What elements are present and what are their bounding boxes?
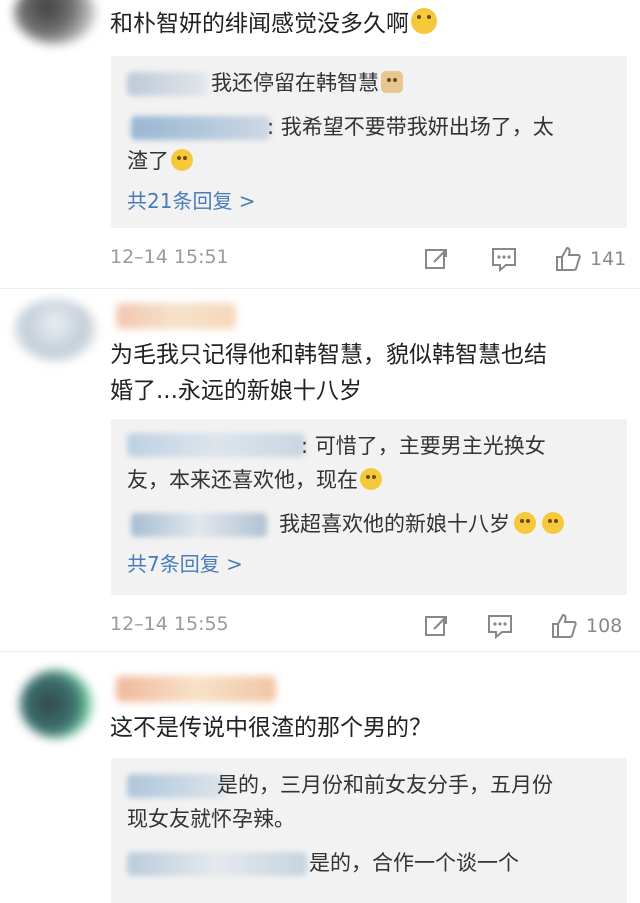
timestamp: 12–14 15:51 <box>110 246 229 268</box>
avatar[interactable] <box>14 0 96 44</box>
smirk-emoji <box>360 468 382 490</box>
more-replies-link[interactable]: 共21条回复 > <box>127 186 256 216</box>
reply-line: 我还停留在韩智慧 <box>211 66 640 100</box>
comment-footer: 12–14 15:55 108 <box>110 609 630 643</box>
reply-username-blur[interactable] <box>131 513 267 537</box>
comment-footer: 12–14 15:51 141 <box>110 242 630 276</box>
comment-text: 这不是传说中很渣的那个男的？ <box>110 715 432 741</box>
reply-box[interactable]: : 可惜了，主要男主光换女 友，本来还喜欢他，现在 我超喜欢他的新娘十八岁 共7… <box>111 419 627 595</box>
thumbs-up-icon <box>556 246 581 271</box>
like-button[interactable]: 141 <box>554 244 626 274</box>
reply-line: 我超喜欢他的新娘十八岁 <box>279 507 619 541</box>
reply-box[interactable]: 是的，三月份和前女友分手，五月份 现女友就怀孕辣。 是的，合作一个谈一个 <box>111 758 627 903</box>
comment-button[interactable] <box>490 244 518 274</box>
comment-button[interactable] <box>486 611 514 641</box>
comment-icon <box>488 615 512 639</box>
reply-username-blur[interactable] <box>127 72 207 96</box>
reply-username-blur[interactable] <box>131 116 271 140</box>
repost-button[interactable] <box>424 244 450 274</box>
reply-line: 是的，合作一个谈一个 <box>309 851 519 875</box>
reply-line: : 可惜了，主要男主光换女 <box>301 434 546 458</box>
repost-button[interactable] <box>424 611 450 641</box>
reply-box[interactable]: 我还停留在韩智慧 : 我希望不要带我妍出场了，太 渣了 共21条回复 > <box>111 56 627 228</box>
comment-icon <box>492 248 516 272</box>
username-blur[interactable] <box>116 676 276 702</box>
like-count: 141 <box>590 248 627 270</box>
reply-line-cont: 友，本来还喜欢他，现在 <box>127 463 607 497</box>
repost-icon <box>425 249 447 269</box>
thumbs-up-icon <box>552 613 577 638</box>
comment-text: 为毛我只记得他和韩智慧，貌似韩智慧也结 婚了...永远的新娘十八岁 <box>110 342 547 404</box>
more-replies-link[interactable]: 共7条回复 > <box>127 549 243 579</box>
reply-username-blur[interactable] <box>127 433 305 457</box>
reply-line-cont: 现女友就怀孕辣。 <box>127 807 295 831</box>
hug-emoji <box>514 512 536 534</box>
doge-emoji <box>381 71 403 93</box>
shrug-emoji <box>171 149 193 171</box>
reply-line: : 我希望不要带我妍出场了，太 <box>267 115 554 139</box>
comment-1: 和朴智妍的绯闻感觉没多久啊 我还停留在韩智慧 : 我希望不要带我妍出场了，太 渣… <box>0 0 640 286</box>
reply-line: 是的，三月份和前女友分手，五月份 <box>217 773 553 797</box>
reply-username-blur[interactable] <box>127 774 227 798</box>
username-blur[interactable] <box>116 303 236 329</box>
reply-username-blur[interactable] <box>127 852 307 876</box>
reply-line-cont: 渣了 <box>127 144 607 178</box>
repost-icon <box>425 616 447 636</box>
avatar[interactable] <box>20 670 92 738</box>
avatar[interactable] <box>14 299 96 361</box>
laughing-crying-emoji <box>411 8 437 34</box>
like-button[interactable]: 108 <box>550 611 622 641</box>
comment-2: 为毛我只记得他和韩智慧，貌似韩智慧也结 婚了...永远的新娘十八岁 : 可惜了，… <box>0 289 640 649</box>
comment-3: 这不是传说中很渣的那个男的？ 是的，三月份和前女友分手，五月份 现女友就怀孕辣。… <box>0 652 640 903</box>
like-count: 108 <box>586 615 623 637</box>
timestamp: 12–14 15:55 <box>110 613 229 635</box>
hug-emoji <box>542 512 564 534</box>
comment-text: 和朴智妍的绯闻感觉没多久啊 <box>110 6 610 42</box>
